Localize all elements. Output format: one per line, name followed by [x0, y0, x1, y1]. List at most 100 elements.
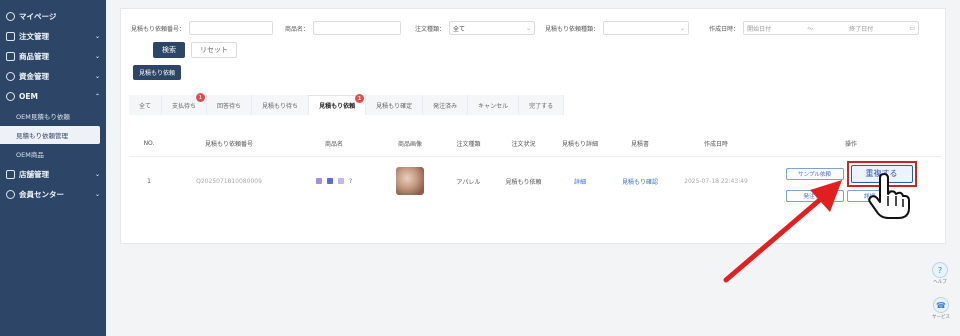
date-to-placeholder: 終了日付 [849, 25, 874, 33]
sidebar-subitem-oem-request[interactable]: OEM見積もり依頼 [0, 107, 100, 125]
chevron-down-icon: ⌄ [94, 32, 100, 40]
created-at-label: 作成日時： [709, 25, 740, 33]
sidebar-item-mypage[interactable]: マイページ [0, 6, 106, 26]
quote-type-label: 見積もり依頼種類： [545, 25, 600, 33]
chevron-up-icon: ⌃ [94, 92, 100, 100]
cell-order-status: 見積もり依頼 [505, 178, 542, 186]
tab-label: 見積もり確定 [376, 102, 413, 110]
service-float-button[interactable]: ☎ サービス [932, 297, 950, 320]
date-from-placeholder: 開始日付 [747, 25, 772, 33]
chevron-down-icon: ⌄ [94, 190, 100, 198]
col-created-at: 作成日時 [703, 141, 728, 148]
filter-bar: 見積もり依頼番号： 商品名： 注文種類： 全て ⌄ 見積もり依頼種類： ⌄ 作成… [131, 21, 941, 35]
swatch [337, 178, 344, 184]
sidebar-item-orders[interactable]: 注文管理 ⌄ [0, 26, 106, 46]
col-product-image: 商品画像 [397, 141, 422, 148]
sidebar-item-stores[interactable]: 店舗管理 ⌄ [0, 164, 106, 184]
tab-5[interactable]: 見積もり確定 [366, 95, 424, 115]
tab-2[interactable]: 回答待ち [207, 95, 253, 115]
col-request-no: 見積もり依頼番号 [204, 141, 253, 148]
chevron-down-icon: ⌄ [94, 72, 100, 80]
swatch-note: ? [348, 177, 353, 185]
sidebar-subitem-oem-products[interactable]: OEM商品 [0, 145, 100, 163]
col-product-name: 商品名 [324, 141, 343, 148]
date-separator: ～ [807, 25, 814, 33]
tab-1[interactable]: 支払待ち 1 [162, 93, 208, 115]
list-icon [6, 31, 15, 41]
col-order-type: 注文種類 [456, 141, 481, 148]
sidebar-item-member-center[interactable]: 会員センター ⌄ [0, 184, 106, 204]
tab-label: キャンセル [478, 102, 509, 110]
product-thumbnail[interactable] [396, 167, 424, 195]
date-range-picker[interactable]: 開始日付 ～ 終了日付 ▭ [743, 21, 920, 35]
sidebar-item-label: 会員センター [19, 189, 64, 199]
product-name-label: 商品名： [285, 25, 310, 33]
tab-label: 発注済み [433, 102, 458, 110]
chevron-down-icon: ⌄ [94, 170, 100, 178]
sidebar-item-funds[interactable]: 資金管理 ⌄ [0, 66, 106, 86]
col-no: NO. [143, 140, 155, 147]
sidebar-item-label: 店舗管理 [19, 169, 49, 179]
help-label: ヘルプ [933, 280, 947, 285]
col-quote-detail: 見積もり詳細 [561, 141, 598, 148]
chevron-down-icon: ⌄ [680, 24, 686, 32]
count-badge: 1 [196, 93, 206, 102]
tab-7[interactable]: キャンセル [468, 95, 520, 115]
quote-request-button[interactable]: 見積もり依頼 [133, 65, 182, 80]
tab-label: 見積もり依頼 [319, 103, 356, 110]
quote-type-select[interactable]: ⌄ [603, 21, 690, 35]
detail-link[interactable]: 詳細 [551, 177, 609, 186]
tab-8[interactable]: 完了する [519, 95, 565, 115]
sidebar-item-label: OEM [19, 91, 38, 101]
tab-4[interactable]: 見積もり依頼 1 [309, 94, 367, 115]
cell-product-image [379, 167, 441, 195]
color-swatches: ? [315, 177, 353, 185]
cell-no: 1 [147, 177, 151, 185]
sidebar: マイページ 注文管理 ⌄ 商品管理 ⌄ 資金管理 ⌄ OEM ⌃ OEM見積もり… [0, 0, 106, 336]
cell-request-no: Q2025071810080009 [196, 177, 262, 185]
chevron-down-icon: ⌄ [526, 24, 532, 32]
cell-product-name: ? [289, 178, 379, 185]
clock-icon [6, 11, 15, 21]
user-icon [6, 189, 15, 199]
calendar-icon: ▭ [909, 24, 916, 32]
pointer-hand-icon [868, 173, 910, 219]
cell-order-type: アパレル [456, 178, 481, 186]
count-badge: 1 [355, 94, 365, 103]
swatch [326, 178, 333, 184]
tab-0[interactable]: 全て [129, 95, 163, 115]
status-tabs: 全て 支払待ち 1 回答待ち 見積もり待ち 見積もり依頼 1 見積もり確定 発注済み キャンセル完… [129, 93, 565, 115]
red-arrow-icon [723, 180, 842, 283]
search-button[interactable]: 検索 [153, 42, 185, 58]
order-type-value: 全て [453, 25, 466, 33]
order-type-label: 注文種類： [415, 25, 446, 33]
sidebar-subitem-request-management[interactable]: 見積もり依頼管理 [0, 126, 100, 144]
bag-icon [6, 51, 15, 61]
tab-6[interactable]: 発注済み [423, 95, 469, 115]
store-icon [6, 169, 15, 179]
col-actions: 操作 [844, 141, 857, 148]
order-type-select[interactable]: 全て ⌄ [449, 21, 536, 35]
tab-label: 完了する [529, 102, 554, 110]
col-order-status: 注文状況 [511, 141, 536, 148]
quote-confirm-link[interactable]: 見積もり確認 [609, 177, 671, 186]
sidebar-item-label: 資金管理 [19, 71, 49, 81]
headset-icon: ☎ [933, 297, 949, 313]
tab-label: 支払待ち [172, 102, 197, 110]
page: マイページ 注文管理 ⌄ 商品管理 ⌄ 資金管理 ⌄ OEM ⌃ OEM見積もり… [0, 0, 960, 336]
col-quote-doc: 見積書 [630, 141, 649, 148]
sidebar-item-label: 注文管理 [19, 31, 49, 41]
table-header: NO. 見積もり依頼番号 商品名 商品画像 注文種類 注文状況 見積もり詳細 見… [129, 131, 941, 157]
chevron-down-icon: ⌄ [94, 52, 100, 60]
tab-3[interactable]: 見積もり待ち [252, 95, 310, 115]
reset-button[interactable]: リセット [191, 42, 237, 58]
request-no-label: 見積もり依頼番号： [131, 25, 186, 33]
sidebar-item-oem[interactable]: OEM ⌃ [0, 86, 106, 106]
product-name-input[interactable] [313, 21, 402, 35]
filter-actions: 検索 リセット [153, 42, 237, 58]
help-float-button[interactable]: ? ヘルプ [932, 262, 948, 285]
tab-label: 全て [139, 102, 152, 110]
sidebar-item-products[interactable]: 商品管理 ⌄ [0, 46, 106, 66]
swatch [315, 178, 322, 184]
request-no-input[interactable] [189, 21, 274, 35]
